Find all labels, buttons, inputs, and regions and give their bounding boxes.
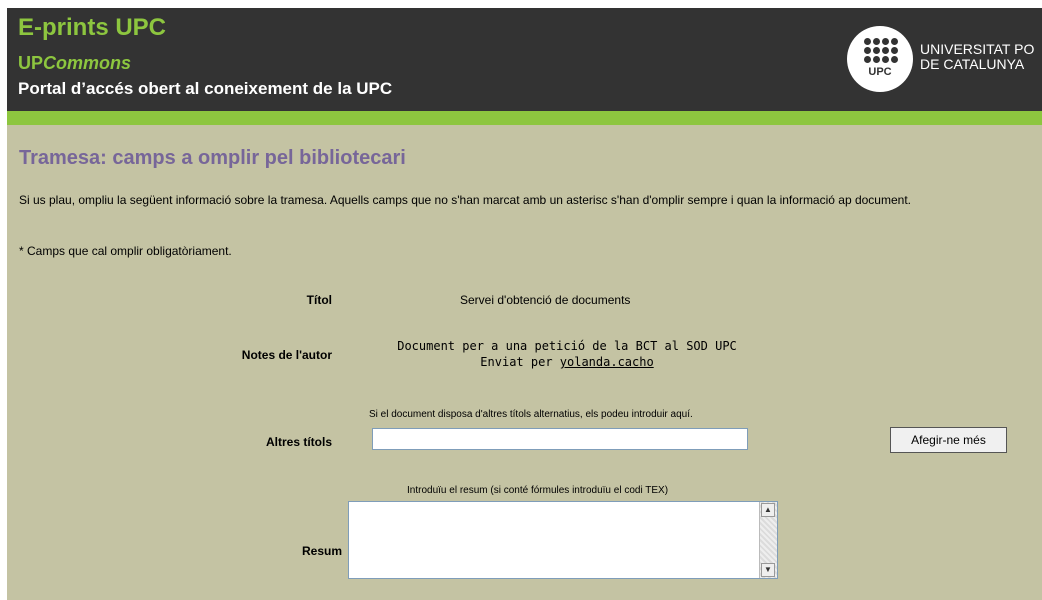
title-value: Servei d'obtenció de documents bbox=[460, 293, 631, 307]
subtitle-italic: Commons bbox=[43, 53, 132, 73]
author-notes-line-2: Enviat per yolanda.cacho bbox=[367, 354, 767, 370]
university-line-2: DE CATALUNYA bbox=[920, 56, 1025, 72]
scroll-down-icon[interactable]: ▼ bbox=[761, 563, 775, 577]
upc-logo-icon[interactable]: UPC bbox=[847, 26, 913, 92]
accent-bar bbox=[7, 111, 1042, 125]
user-link[interactable]: yolanda.cacho bbox=[560, 355, 654, 369]
abstract-scrollbar[interactable]: ▲ ▼ bbox=[759, 502, 777, 578]
logo-text: UPC bbox=[868, 66, 892, 78]
logo-dots bbox=[864, 38, 898, 64]
page-frame: E-prints UPC UPCommons Portal d’accés ob… bbox=[7, 8, 1042, 600]
add-more-button[interactable]: Afegir-ne més bbox=[890, 427, 1007, 453]
author-notes-line-1: Document per a una petició de la BCT al … bbox=[397, 339, 737, 353]
alt-titles-label: Altres títols bbox=[265, 435, 332, 449]
abstract-label: Resum bbox=[301, 544, 342, 558]
alt-titles-input[interactable] bbox=[372, 428, 748, 450]
abstract-textarea[interactable]: ▲ ▼ bbox=[348, 501, 778, 579]
intro-text: Si us plau, ompliu la següent informació… bbox=[19, 193, 911, 207]
alt-titles-hint: Si el document disposa d'altres títols a… bbox=[369, 409, 693, 420]
author-notes-value: Document per a una petició de la BCT al … bbox=[367, 338, 767, 370]
required-note: * Camps que cal omplir obligatòriament. bbox=[19, 244, 232, 258]
site-tagline: Portal d’accés obert al coneixement de l… bbox=[18, 79, 393, 98]
university-name[interactable]: UNIVERSITAT PO DE CATALUNYA bbox=[920, 42, 1034, 72]
sent-by-text: Enviat per bbox=[480, 355, 560, 369]
site-brand[interactable]: E-prints UPC bbox=[18, 14, 166, 42]
subtitle-prefix: UP bbox=[18, 53, 44, 73]
abstract-hint: Introduïu el resum (si conté fórmules in… bbox=[407, 485, 669, 496]
author-notes-label: Notes de l'autor bbox=[241, 348, 332, 362]
page-title: Tramesa: camps a omplir pel bibliotecari bbox=[19, 147, 406, 169]
scroll-up-icon[interactable]: ▲ bbox=[761, 503, 775, 517]
site-subtitle: UPCommons bbox=[18, 53, 131, 73]
site-header: E-prints UPC UPCommons Portal d’accés ob… bbox=[7, 8, 1042, 111]
title-label: Títol bbox=[306, 293, 332, 307]
university-line-1: UNIVERSITAT PO bbox=[920, 41, 1035, 57]
